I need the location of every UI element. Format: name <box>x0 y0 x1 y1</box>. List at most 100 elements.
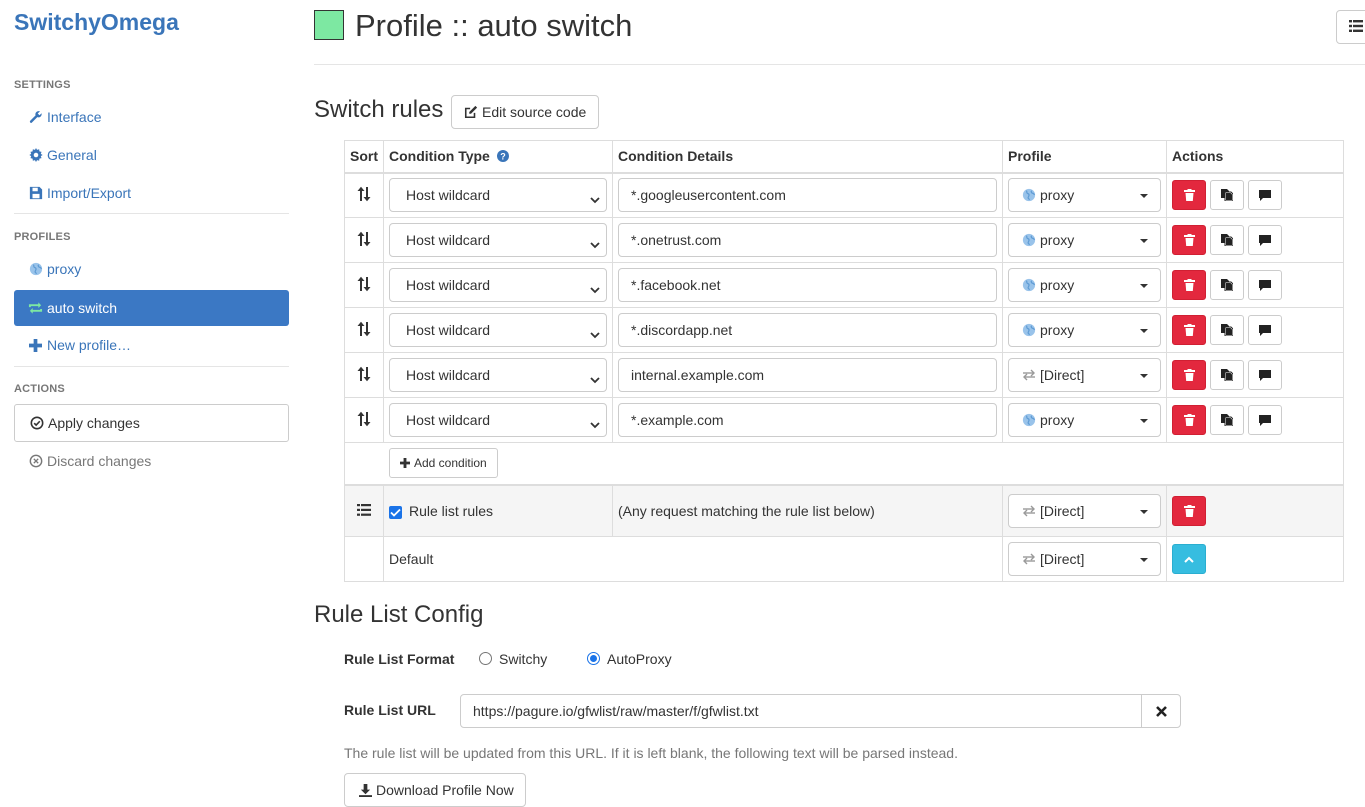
copy-icon <box>1221 234 1233 246</box>
trash-icon <box>1183 234 1195 246</box>
condition-type-select[interactable]: Host wildcard <box>389 358 607 392</box>
delete-button[interactable] <box>1172 270 1206 300</box>
menu-button[interactable] <box>1336 10 1365 44</box>
sort-handle-icon[interactable] <box>357 276 371 292</box>
rule-list-details: (Any request matching the rule list belo… <box>612 483 1003 537</box>
condition-details-input[interactable]: *.onetrust.com <box>618 223 997 257</box>
profile-select[interactable]: proxy <box>1008 178 1161 213</box>
radio-autoproxy-label[interactable]: AutoProxy <box>607 651 672 667</box>
edit-source-code-button[interactable]: Edit source code <box>451 95 599 129</box>
profile-select[interactable]: proxy <box>1008 223 1161 257</box>
column-header-actions: Actions <box>1166 140 1344 174</box>
add-condition-label: Add condition <box>414 456 487 471</box>
move-up-button[interactable] <box>1172 544 1206 574</box>
sidebar-item-auto-switch[interactable]: auto switch <box>14 290 289 326</box>
sort-handle-icon[interactable] <box>357 186 371 202</box>
help-icon[interactable]: ? <box>496 150 509 163</box>
sort-handle-icon[interactable] <box>357 411 371 427</box>
profile-color-swatch[interactable] <box>314 10 344 40</box>
clone-button[interactable] <box>1210 315 1244 345</box>
condition-type-select[interactable]: Host wildcard <box>389 403 607 437</box>
rule-list-url-input[interactable]: https://pagure.io/gfwlist/raw/master/f/g… <box>460 694 1142 728</box>
clone-button[interactable] <box>1210 270 1244 300</box>
clone-button[interactable] <box>1210 180 1244 211</box>
condition-details-input[interactable]: internal.example.com <box>618 358 997 392</box>
note-button[interactable] <box>1248 315 1282 345</box>
header-divider <box>314 64 1365 65</box>
radio-autoproxy[interactable] <box>587 652 600 665</box>
globe-icon <box>28 262 43 277</box>
copy-icon <box>1221 414 1233 426</box>
profile-select[interactable]: [Direct] <box>1008 493 1161 528</box>
condition-type-value: Host wildcard <box>406 367 491 383</box>
trash-icon <box>1183 414 1195 426</box>
delete-button[interactable] <box>1172 180 1206 211</box>
radio-switchy-label[interactable]: Switchy <box>499 651 547 667</box>
radio-switchy[interactable] <box>479 652 492 665</box>
sidebar-item-new-profile[interactable]: New profile… <box>14 327 289 363</box>
app-brand[interactable]: SwitchyOmega <box>14 9 179 36</box>
delete-button[interactable] <box>1172 495 1206 526</box>
note-button[interactable] <box>1248 225 1282 255</box>
discard-changes-button[interactable]: Discard changes <box>14 443 289 479</box>
profile-select-value: proxy <box>1040 322 1075 338</box>
clone-button[interactable] <box>1210 360 1244 390</box>
copy-icon <box>1221 189 1233 202</box>
condition-details-input[interactable]: *.example.com <box>618 403 997 437</box>
condition-type-select[interactable]: Host wildcard <box>389 223 607 257</box>
sidebar-item-proxy[interactable]: proxy <box>14 251 289 287</box>
rule-row: Host wildcard *.googleusercontent.com prox… <box>344 172 1344 218</box>
note-button[interactable] <box>1248 180 1282 211</box>
caret-down-icon <box>1140 509 1148 514</box>
x-circle-icon <box>28 454 43 469</box>
note-button[interactable] <box>1248 405 1282 435</box>
sort-handle-icon[interactable] <box>357 231 371 247</box>
download-profile-button[interactable]: Download Profile Now <box>344 773 526 807</box>
rule-list-format-label: Rule List Format <box>344 651 455 667</box>
delete-button[interactable] <box>1172 360 1206 390</box>
add-condition-row: Add condition <box>344 442 1344 485</box>
caret-down-icon <box>1140 194 1148 199</box>
note-button[interactable] <box>1248 360 1282 390</box>
profile-select[interactable]: proxy <box>1008 403 1161 437</box>
condition-type-select[interactable]: Host wildcard <box>389 268 607 302</box>
sort-handle-icon[interactable] <box>357 366 371 382</box>
comment-icon <box>1259 234 1271 246</box>
condition-type-select[interactable]: Host wildcard <box>389 178 607 213</box>
condition-type-value: Host wildcard <box>406 277 491 293</box>
sort-handle-icon[interactable] <box>357 321 371 337</box>
caret-down-icon <box>1140 329 1148 333</box>
delete-button[interactable] <box>1172 225 1206 255</box>
condition-type-value: Host wildcard <box>406 412 491 428</box>
divider <box>14 366 289 367</box>
add-condition-button[interactable]: Add condition <box>389 448 498 479</box>
sidebar-item-interface[interactable]: Interface <box>14 99 289 135</box>
floppy-icon <box>28 186 43 201</box>
condition-details-input[interactable]: *.discordapp.net <box>618 313 997 347</box>
sidebar-item-general[interactable]: General <box>14 137 289 173</box>
rule-row: Host wildcard internal.example.com [Direct… <box>344 352 1344 398</box>
sidebar-item-label: Interface <box>47 109 102 125</box>
clone-button[interactable] <box>1210 225 1244 255</box>
copy-icon <box>1221 279 1233 291</box>
trash-icon <box>1183 504 1195 517</box>
edit-icon <box>464 105 478 119</box>
clone-button[interactable] <box>1210 405 1244 435</box>
condition-details-input[interactable]: *.googleusercontent.com <box>618 178 997 213</box>
sidebar-item-import-export[interactable]: Import/Export <box>14 175 289 211</box>
delete-button[interactable] <box>1172 315 1206 345</box>
sidebar-item-label: proxy <box>47 261 82 277</box>
rule-list-checkbox[interactable] <box>389 505 402 519</box>
profile-select[interactable]: proxy <box>1008 268 1161 302</box>
clear-url-button[interactable] <box>1141 694 1181 728</box>
globe-icon <box>1022 278 1036 292</box>
apply-changes-button[interactable]: Apply changes <box>14 404 289 442</box>
delete-button[interactable] <box>1172 405 1206 435</box>
note-button[interactable] <box>1248 270 1282 300</box>
profile-select[interactable]: [Direct] <box>1008 358 1161 392</box>
condition-type-select[interactable]: Host wildcard <box>389 313 607 347</box>
default-profile-select[interactable]: [Direct] <box>1008 542 1161 576</box>
condition-details-input[interactable]: *.facebook.net <box>618 268 997 302</box>
profile-select[interactable]: proxy <box>1008 313 1161 347</box>
profile-select-value: proxy <box>1040 187 1075 204</box>
